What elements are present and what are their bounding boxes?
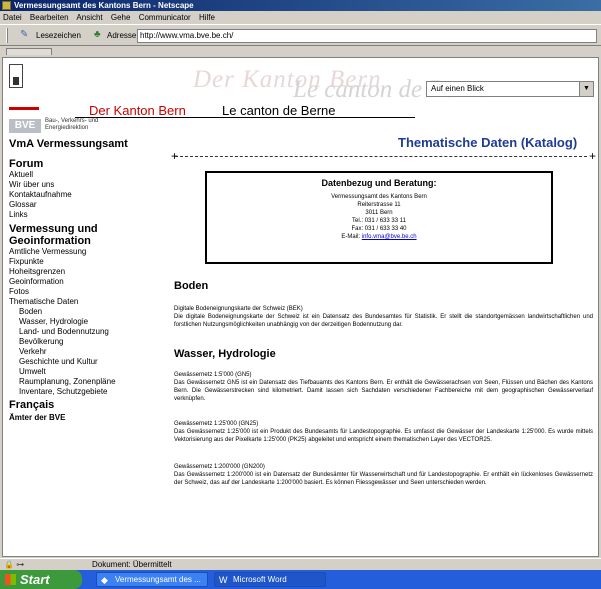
sidebar-item-aktuell[interactable]: Aktuell (9, 170, 169, 180)
dataset-title: Digitale Bodeneignungskarte der Schweiz … (174, 306, 303, 312)
collapsed-toolbar-tab[interactable] (6, 48, 52, 55)
address-label: Adresse: (107, 31, 139, 40)
dataset-title: Gewässernetz 1:25'000 (GN25) (174, 421, 259, 427)
task-label: Microsoft Word (233, 575, 287, 584)
vma-title: VmA Vermessungsamt (9, 138, 128, 150)
boden-paragraph: Digitale Bodeneignungskarte der Schweiz … (174, 305, 593, 329)
email-label: E-Mail: (341, 234, 361, 240)
sidebar-item-fotos[interactable]: Fotos (9, 287, 169, 297)
sidebar-subitem-bevoelkerung[interactable]: Bevölkerung (9, 337, 169, 347)
netscape-window: Vermessungsamt des Kantons Bern - Netsca… (0, 0, 601, 589)
wasser-paragraph-gn5: Gewässernetz 1:5'000 (GN5) Das Gewässern… (174, 371, 593, 403)
dataset-description: Das Gewässernetz 1:200'000 ist ein Daten… (174, 472, 593, 486)
sidebar-subitem-wasser[interactable]: Wasser, Hydrologie (9, 317, 169, 327)
wasser-paragraph-gn200: Gewässernetz 1:200'000 (GN200) Das Gewäs… (174, 463, 593, 487)
task-label: Vermessungsamt des ... (115, 575, 201, 584)
window-title: Vermessungsamt des Kantons Bern - Netsca… (14, 1, 194, 10)
bookmarks-icon[interactable]: ✎ (20, 30, 32, 40)
url-field[interactable]: http://www.vma.bve.be.ch/ (137, 29, 597, 43)
red-accent-bar (9, 107, 39, 110)
contact-line: Vermessungsamt des Kantons Bern (331, 194, 427, 200)
sidebar-item-kontaktaufnahme[interactable]: Kontaktaufnahme (9, 190, 169, 200)
contact-email-row: E-Mail: info.vma@bve.be.ch (207, 233, 551, 241)
sidebar-link-aemter[interactable]: Ämter der BVE (9, 413, 169, 423)
bve-badge[interactable]: BVE (9, 119, 41, 133)
dataset-title: Gewässernetz 1:5'000 (GN5) (174, 372, 252, 378)
windows-logo-icon (5, 574, 16, 585)
contact-line: 3011 Bern (365, 210, 393, 216)
sidebar-item-geoinformation[interactable]: Geoinformation (9, 277, 169, 287)
title-bar[interactable]: Vermessungsamt des Kantons Bern - Netsca… (0, 0, 601, 11)
sidebar-subitem-boden[interactable]: Boden (9, 307, 169, 317)
status-text: Dokument: Übermittelt (92, 560, 172, 569)
netscape-task-icon: ◆ (101, 575, 108, 585)
quick-nav-value: Auf einen Blick (431, 84, 484, 93)
dataset-title: Gewässernetz 1:200'000 (GN200) (174, 464, 265, 470)
sidebar-subitem-geschichte[interactable]: Geschichte und Kultur (9, 357, 169, 367)
contact-line: Tel.: 031 / 633 33 11 (352, 218, 406, 224)
dashed-rule (175, 156, 587, 157)
page-title: Thematische Daten (Katalog) (398, 135, 578, 150)
menu-communicator[interactable]: Communicator (139, 13, 191, 22)
bve-line-2: Energiedirektion (45, 125, 89, 131)
sidebar-item-hoheitsgrenzen[interactable]: Hoheitsgrenzen (9, 267, 169, 277)
dataset-description: Das Gewässernetz 1:25'000 ist ein Produk… (174, 429, 593, 443)
contact-line: Fax: 031 / 633 33 40 (351, 226, 407, 232)
plus-marker-right: + (589, 149, 597, 163)
sidebar-heading-geoinformation[interactable]: Vermessung und Geoinformation (9, 223, 169, 247)
security-lock-icon[interactable]: 🔒 ⊶ (4, 560, 30, 569)
taskbar-item-netscape[interactable]: ◆ Vermessungsamt des ... (96, 572, 208, 587)
sidebar-subitem-raumplanung[interactable]: Raumplanung, Zonenpläne (9, 377, 169, 387)
menu-bar: Datei Bearbeiten Ansicht Gehe Communicat… (0, 11, 601, 24)
contact-box-title: Datenbezug und Beratung: (321, 178, 437, 188)
sidebar-item-fixpunkte[interactable]: Fixpunkte (9, 257, 169, 267)
quick-nav-select[interactable]: Auf einen Blick ▼ (426, 81, 594, 97)
start-button[interactable]: Start (0, 570, 82, 589)
dataset-description: Das Gewässernetz GN5 ist ein Datensatz d… (174, 380, 593, 402)
kanton-fr-link[interactable]: Le canton de Berne (222, 103, 335, 118)
toolbar-tab-strip (0, 47, 601, 56)
toolbar-grip[interactable] (6, 28, 8, 43)
sidebar-item-wir-ueber-uns[interactable]: Wir über uns (9, 180, 169, 190)
section-heading-boden: Boden (174, 280, 209, 292)
wasser-paragraph-gn25: Gewässernetz 1:25'000 (GN25) Das Gewässe… (174, 420, 593, 444)
sidebar-link-francais[interactable]: Français (9, 399, 169, 411)
sidebar-nav: Forum Aktuell Wir über uns Kontaktaufnah… (9, 158, 169, 423)
word-task-icon: W (219, 575, 228, 585)
bve-line-1: Bau-, Verkehrs- und (45, 118, 99, 124)
sidebar-subitem-verkehr[interactable]: Verkehr (9, 347, 169, 357)
netscape-app-icon (2, 1, 11, 10)
location-toolbar: ✎ Lesezeichen ♣ Adresse: http://www.vma.… (0, 24, 601, 46)
chevron-down-icon[interactable]: ▼ (579, 82, 593, 96)
menu-datei[interactable]: Datei (3, 13, 22, 22)
sidebar-subitem-bodennutzung[interactable]: Land- und Bodennutzung (9, 327, 169, 337)
start-label: Start (20, 572, 50, 587)
menu-gehe[interactable]: Gehe (111, 13, 131, 22)
location-icon[interactable]: ♣ (94, 29, 106, 41)
bern-coat-of-arms-logo[interactable] (9, 64, 23, 88)
contact-box: Datenbezug und Beratung: Vermessungsamt … (205, 171, 553, 264)
sidebar-subitem-inventare[interactable]: Inventare, Schutzgebiete (9, 387, 169, 397)
sidebar-item-links[interactable]: Links (9, 210, 169, 220)
taskbar-item-word[interactable]: W Microsoft Word (214, 572, 326, 587)
menu-ansicht[interactable]: Ansicht (76, 13, 102, 22)
status-bar: 🔒 ⊶ Dokument: Übermittelt (0, 558, 601, 570)
sidebar-subitem-umwelt[interactable]: Umwelt (9, 367, 169, 377)
bookmarks-button[interactable]: Lesezeichen (36, 31, 81, 41)
menu-bearbeiten[interactable]: Bearbeiten (30, 13, 69, 22)
email-link[interactable]: info.vma@bve.be.ch (362, 234, 417, 240)
sidebar-item-thematische-daten[interactable]: Thematische Daten (9, 297, 169, 307)
section-heading-wasser: Wasser, Hydrologie (174, 348, 276, 360)
menu-hilfe[interactable]: Hilfe (199, 13, 215, 22)
windows-taskbar: Start ◆ Vermessungsamt des ... W Microso… (0, 570, 601, 589)
dataset-description: Die digitale Bodeneignungskarte der Schw… (174, 314, 593, 328)
page-viewport[interactable]: Der Kanton Bern Le canton de Berne Der K… (2, 57, 599, 557)
contact-line: Reiterstrasse 11 (357, 202, 401, 208)
sidebar-item-amtliche-vermessung[interactable]: Amtliche Vermessung (9, 247, 169, 257)
bve-description: Bau-, Verkehrs- und Energiedirektion (45, 118, 98, 132)
sidebar-heading-forum[interactable]: Forum (9, 158, 169, 170)
kanton-de-link[interactable]: Der Kanton Bern (89, 103, 186, 118)
sidebar-item-glossar[interactable]: Glossar (9, 200, 169, 210)
